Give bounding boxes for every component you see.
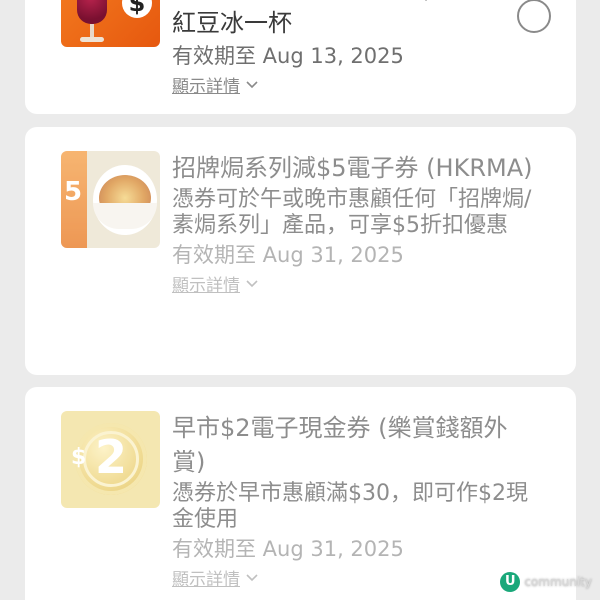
- coupon-description: 憑券可於午或晚市惠顧任何「招牌焗/素焗系列」產品，可享$5折扣優惠: [172, 187, 532, 238]
- coupon-card-1[interactable]: $ 憑券於11時後以優惠價$1購買紅豆冰一杯 有效期至 Aug 13, 2025…: [25, 0, 576, 114]
- coupon-title: 早市$2電子現金券 (樂賞錢額外賞): [172, 414, 508, 476]
- dollar-sign-icon: $: [122, 0, 152, 18]
- coupon-validity: 有效期至 Aug 13, 2025: [172, 44, 404, 68]
- coupon-validity: 有效期至 Aug 31, 2025: [172, 537, 404, 561]
- coupon-content: 憑券於11時後以優惠價$1購買紅豆冰一杯 有效期至 Aug 13, 2025 顯…: [172, 0, 506, 97]
- coupon-thumbnail: $ 2: [61, 411, 160, 508]
- show-details-label: 顯示詳情: [172, 77, 240, 97]
- show-details-link[interactable]: 顯示詳情: [172, 565, 258, 590]
- watermark-text: community: [524, 575, 592, 589]
- show-details-link[interactable]: 顯示詳情: [172, 271, 258, 296]
- coupon-description: 憑券於早市惠顧滿$30，即可作$2現金使用: [172, 481, 528, 532]
- show-details-label: 顯示詳情: [172, 276, 240, 296]
- coupon-title: 憑券於11時後以優惠價$1購買紅豆冰一杯: [172, 0, 497, 37]
- promo-strip-number: 5: [64, 177, 83, 207]
- watermark: U community: [500, 572, 592, 592]
- coupon-thumbnail: $: [61, 0, 160, 47]
- coupon-content: 招牌焗系列減$5電子券 (HKRMA) 憑券可於午或晚市惠顧任何「招牌焗/素焗系…: [172, 151, 536, 296]
- coupon-title: 招牌焗系列減$5電子券 (HKRMA): [172, 154, 533, 182]
- coin-value: 2: [94, 430, 127, 484]
- coupon-validity: 有效期至 Aug 31, 2025: [172, 243, 404, 267]
- coupon-content: 早市$2電子現金券 (樂賞錢額外賞) 憑券於早市惠顧滿$30，即可作$2現金使用…: [172, 411, 536, 590]
- coupon-card-2[interactable]: 5 招牌焗系列減$5電子券 (HKRMA) 憑券可於午或晚市惠顧任何「招牌焗/素…: [25, 127, 576, 375]
- select-radio-button[interactable]: [517, 0, 551, 33]
- drink-glass-icon: [77, 0, 107, 24]
- chevron-down-icon: [246, 279, 258, 287]
- show-details-label: 顯示詳情: [172, 570, 240, 590]
- show-details-link[interactable]: 顯示詳情: [172, 72, 258, 97]
- chevron-down-icon: [246, 573, 258, 581]
- u-community-logo-icon: U: [500, 572, 521, 592]
- coupon-card-3[interactable]: $ 2 早市$2電子現金券 (樂賞錢額外賞) 憑券於早市惠顧滿$30，即可作$2…: [25, 387, 576, 600]
- coupon-thumbnail: 5: [61, 151, 160, 248]
- chevron-down-icon: [246, 80, 258, 88]
